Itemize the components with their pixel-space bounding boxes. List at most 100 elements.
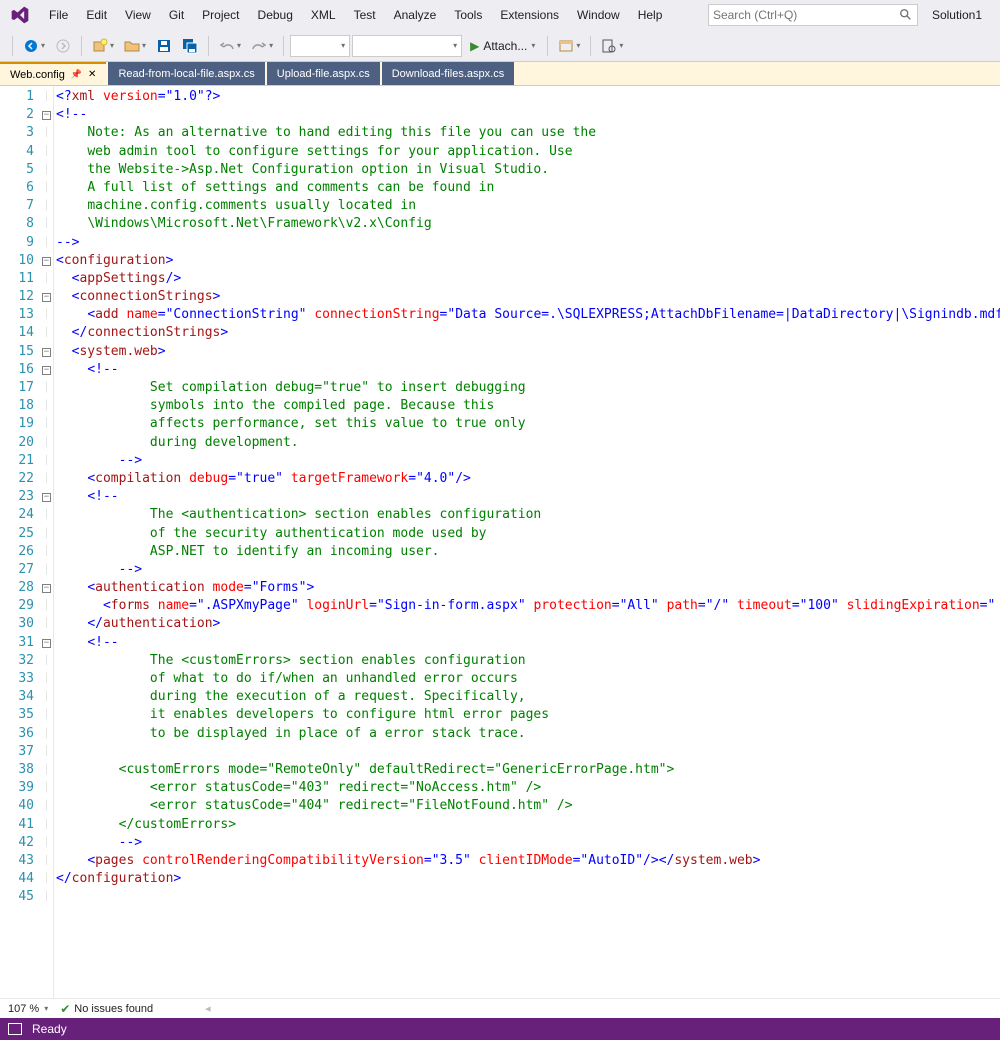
code-line[interactable]: during the execution of a request. Speci… (56, 688, 1000, 706)
code-line[interactable]: </authentication> (56, 615, 1000, 633)
code-line[interactable] (56, 743, 1000, 761)
fold-cell[interactable]: − (40, 579, 53, 597)
platform-combo[interactable]: ▾ (352, 35, 462, 57)
solution-name[interactable]: Solution1 (918, 8, 996, 22)
code-line[interactable]: of the security authentication mode used… (56, 525, 1000, 543)
code-line[interactable]: <compilation debug="true" targetFramewor… (56, 470, 1000, 488)
tab-read-from-local-file-aspx-cs[interactable]: Read-from-local-file.aspx.cs (108, 62, 264, 85)
config-combo[interactable]: ▾ (290, 35, 350, 57)
code-line[interactable]: web admin tool to configure settings for… (56, 143, 1000, 161)
fold-toggle-icon[interactable]: − (42, 111, 51, 120)
code-line[interactable]: ASP.NET to identify an incoming user. (56, 543, 1000, 561)
code-editor[interactable]: <?xml version="1.0"?><!-- Note: As an al… (54, 86, 1000, 998)
fold-toggle-icon[interactable]: − (42, 584, 51, 593)
fold-toggle-icon[interactable]: − (42, 639, 51, 648)
code-line[interactable]: <connectionStrings> (56, 288, 1000, 306)
code-line[interactable]: to be displayed in place of a error stac… (56, 725, 1000, 743)
close-icon[interactable]: ✕ (88, 69, 96, 80)
pin-icon[interactable]: 📌 (71, 69, 82, 80)
code-line[interactable] (56, 888, 1000, 906)
find-in-files-button[interactable]: ▾ (597, 35, 627, 57)
menu-edit[interactable]: Edit (77, 2, 116, 28)
menu-debug[interactable]: Debug (249, 2, 302, 28)
fold-cell[interactable]: − (40, 361, 53, 379)
search-input[interactable] (713, 8, 899, 22)
fold-toggle-icon[interactable]: − (42, 257, 51, 266)
search-box[interactable] (708, 4, 918, 26)
redo-button[interactable]: ▾ (247, 35, 277, 57)
tab-download-files-aspx-cs[interactable]: Download-files.aspx.cs (382, 62, 515, 85)
save-all-button[interactable] (178, 35, 202, 57)
code-line[interactable]: it enables developers to configure html … (56, 706, 1000, 724)
fold-cell[interactable]: − (40, 106, 53, 124)
window-icon[interactable] (8, 1023, 22, 1035)
code-line[interactable]: <system.web> (56, 343, 1000, 361)
menu-tools[interactable]: Tools (445, 2, 491, 28)
fold-cell[interactable]: − (40, 343, 53, 361)
code-line[interactable]: machine.config.comments usually located … (56, 197, 1000, 215)
code-line[interactable]: <appSettings/> (56, 270, 1000, 288)
menu-analyze[interactable]: Analyze (385, 2, 446, 28)
code-line[interactable]: --> (56, 561, 1000, 579)
code-line[interactable]: <configuration> (56, 252, 1000, 270)
code-line[interactable]: Note: As an alternative to hand editing … (56, 124, 1000, 142)
code-line[interactable]: The <customErrors> section enables confi… (56, 652, 1000, 670)
open-file-button[interactable]: ▾ (120, 35, 150, 57)
code-line[interactable]: A full list of settings and comments can… (56, 179, 1000, 197)
code-line[interactable]: --> (56, 834, 1000, 852)
menu-window[interactable]: Window (568, 2, 629, 28)
fold-toggle-icon[interactable]: − (42, 366, 51, 375)
code-line[interactable]: <error statusCode="404" redirect="FileNo… (56, 797, 1000, 815)
menu-xml[interactable]: XML (302, 2, 345, 28)
menu-test[interactable]: Test (345, 2, 385, 28)
tab-web-config[interactable]: Web.config📌✕ (0, 62, 106, 85)
zoom-combo[interactable]: 107 %▾ (8, 1003, 48, 1015)
code-line[interactable]: --> (56, 452, 1000, 470)
save-button[interactable] (152, 35, 176, 57)
fold-toggle-icon[interactable]: − (42, 293, 51, 302)
code-line[interactable]: <authentication mode="Forms"> (56, 579, 1000, 597)
menu-view[interactable]: View (116, 2, 160, 28)
code-line[interactable]: The <authentication> section enables con… (56, 506, 1000, 524)
forward-button[interactable] (51, 35, 75, 57)
code-line[interactable]: <!-- (56, 634, 1000, 652)
code-line[interactable]: </configuration> (56, 870, 1000, 888)
code-line[interactable]: </customErrors> (56, 816, 1000, 834)
code-line[interactable]: <pages controlRenderingCompatibilityVers… (56, 852, 1000, 870)
new-project-button[interactable]: ▾ (88, 35, 118, 57)
code-line[interactable]: during development. (56, 434, 1000, 452)
browser-link-button[interactable]: ▾ (554, 35, 584, 57)
code-line[interactable]: <customErrors mode="RemoteOnly" defaultR… (56, 761, 1000, 779)
caret-left-icon[interactable]: ◂ (205, 1002, 211, 1015)
code-line[interactable]: of what to do if/when an unhandled error… (56, 670, 1000, 688)
undo-button[interactable]: ▾ (215, 35, 245, 57)
code-line[interactable]: symbols into the compiled page. Because … (56, 397, 1000, 415)
code-line[interactable]: Set compilation debug="true" to insert d… (56, 379, 1000, 397)
tab-upload-file-aspx-cs[interactable]: Upload-file.aspx.cs (267, 62, 380, 85)
attach-button[interactable]: ▶Attach...▾ (464, 36, 541, 56)
code-line[interactable]: <!-- (56, 106, 1000, 124)
code-line[interactable]: <add name="ConnectionString" connectionS… (56, 306, 1000, 324)
code-line[interactable]: <error statusCode="403" redirect="NoAcce… (56, 779, 1000, 797)
menu-file[interactable]: File (40, 2, 77, 28)
code-line[interactable]: --> (56, 234, 1000, 252)
code-line[interactable]: the Website->Asp.Net Configuration optio… (56, 161, 1000, 179)
fold-cell[interactable]: − (40, 252, 53, 270)
code-line[interactable]: <!-- (56, 488, 1000, 506)
code-line[interactable]: <!-- (56, 361, 1000, 379)
fold-toggle-icon[interactable]: − (42, 493, 51, 502)
menu-extensions[interactable]: Extensions (491, 2, 568, 28)
issues-indicator[interactable]: ✔ No issues found (60, 1002, 153, 1016)
fold-cell[interactable]: − (40, 488, 53, 506)
menu-help[interactable]: Help (629, 2, 672, 28)
code-line[interactable]: <?xml version="1.0"?> (56, 88, 1000, 106)
code-line[interactable]: <forms name=".ASPXmyPage" loginUrl="Sign… (56, 597, 1000, 615)
code-line[interactable]: </connectionStrings> (56, 324, 1000, 342)
fold-cell[interactable]: − (40, 288, 53, 306)
menu-git[interactable]: Git (160, 2, 193, 28)
code-line[interactable]: affects performance, set this value to t… (56, 415, 1000, 433)
fold-cell[interactable]: − (40, 634, 53, 652)
menu-project[interactable]: Project (193, 2, 248, 28)
code-line[interactable]: \Windows\Microsoft.Net\Framework\v2.x\Co… (56, 215, 1000, 233)
back-button[interactable]: ▾ (19, 35, 49, 57)
